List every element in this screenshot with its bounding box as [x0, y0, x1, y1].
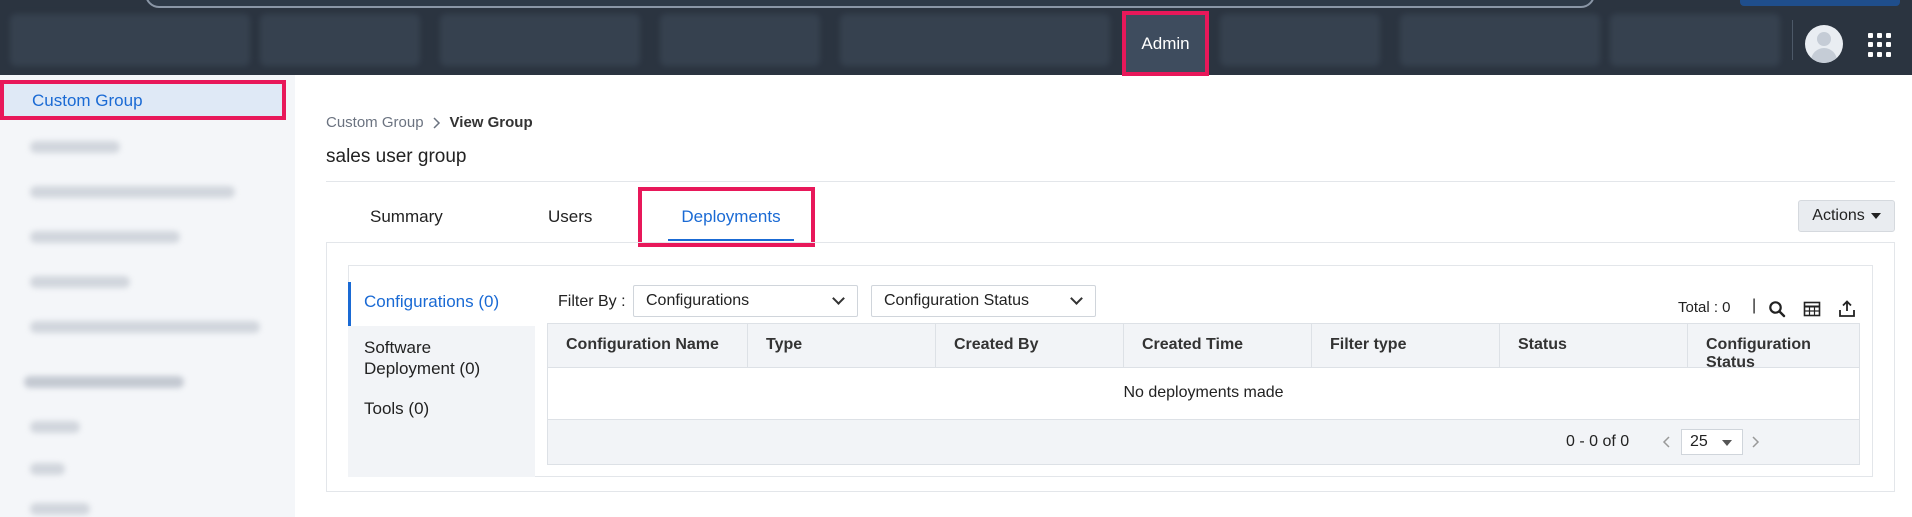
search-icon[interactable]: [1768, 300, 1786, 318]
admin-tab[interactable]: Admin: [1122, 11, 1209, 76]
sidebar-item-blurred[interactable]: [30, 421, 80, 433]
blurred-nav-item[interactable]: [660, 14, 820, 66]
breadcrumb-current: View Group: [449, 114, 533, 131]
user-avatar[interactable]: [1805, 25, 1843, 63]
toolbar-separator: |: [1752, 297, 1757, 314]
caret-down-icon: [1722, 440, 1732, 446]
column-header-created-by[interactable]: Created By: [936, 324, 1124, 368]
page-size-value: 25: [1690, 433, 1708, 450]
blurred-nav-item[interactable]: [1610, 14, 1780, 66]
tab-users[interactable]: Users: [548, 207, 592, 227]
total-count: Total : 0: [1678, 299, 1731, 316]
blurred-nav-item[interactable]: [440, 14, 640, 66]
configuration-status-value: Configuration Status: [884, 292, 1029, 309]
nav-configurations[interactable]: Configurations (0): [348, 282, 535, 326]
topbar-divider: [1792, 20, 1793, 60]
sidebar-item-label: Custom Group: [32, 91, 143, 110]
sidebar-section-blurred: [24, 376, 184, 388]
sidebar-item-blurred[interactable]: [30, 321, 260, 333]
sidebar-item-blurred[interactable]: [30, 276, 130, 288]
empty-state-message: No deployments made: [548, 368, 1859, 420]
sidebar-item-blurred[interactable]: [30, 186, 235, 198]
deployment-type-nav: Configurations (0) Software Deployment (…: [348, 282, 535, 477]
chevron-left-icon[interactable]: [1659, 434, 1675, 450]
table-header: Configuration Name Type Created By Creat…: [548, 324, 1859, 371]
title-divider: [326, 181, 1895, 182]
page-size-select[interactable]: 25: [1681, 429, 1743, 455]
sidebar-item-blurred[interactable]: [30, 231, 180, 243]
column-header-created-time[interactable]: Created Time: [1124, 324, 1312, 368]
column-header-filter-type[interactable]: Filter type: [1312, 324, 1500, 368]
sidebar-item-custom-group[interactable]: Custom Group: [0, 80, 286, 120]
column-header-type[interactable]: Type: [748, 324, 936, 368]
filter-type-value: Configurations: [646, 292, 750, 309]
column-header-status[interactable]: Status: [1500, 324, 1688, 368]
configuration-status-select[interactable]: Configuration Status: [871, 285, 1096, 317]
chevron-down-icon: [1070, 292, 1083, 305]
blurred-nav-item[interactable]: [10, 14, 250, 66]
blurred-nav-item[interactable]: [1220, 14, 1380, 66]
breadcrumb: Custom Group View Group: [326, 114, 533, 131]
nav-tools[interactable]: Tools (0): [348, 398, 535, 419]
address-bar[interactable]: [145, 0, 1595, 8]
blurred-nav-item[interactable]: [1400, 14, 1600, 66]
chevron-down-icon: [832, 292, 845, 305]
export-icon[interactable]: [1838, 300, 1856, 318]
pagination-range: 0 - 0 of 0: [1566, 433, 1630, 450]
actions-label: Actions: [1812, 207, 1865, 224]
filter-type-select[interactable]: Configurations: [633, 285, 858, 317]
nav-software-deployment[interactable]: Software Deployment (0): [348, 337, 498, 379]
sidebar-item-blurred[interactable]: [30, 463, 65, 475]
chevron-right-icon[interactable]: [1747, 434, 1763, 450]
top-blue-button[interactable]: [1740, 0, 1900, 6]
app-grid-icon[interactable]: [1868, 33, 1892, 57]
breadcrumb-parent[interactable]: Custom Group: [326, 114, 424, 131]
tab-deployments[interactable]: Deployments: [668, 198, 794, 241]
filter-label: Filter By :: [558, 293, 626, 310]
caret-down-icon: [1870, 213, 1881, 219]
column-header-configuration-status[interactable]: Configuration Status: [1688, 324, 1859, 371]
blurred-nav-item[interactable]: [840, 14, 1110, 66]
sidebar: Custom Group: [0, 75, 295, 517]
actions-button[interactable]: Actions: [1798, 200, 1895, 232]
sidebar-item-blurred[interactable]: [30, 141, 120, 153]
chevron-right-icon: [433, 116, 440, 129]
tab-summary[interactable]: Summary: [370, 207, 443, 227]
column-header-configuration-name[interactable]: Configuration Name: [548, 324, 748, 368]
top-navigation-bar: Admin: [0, 0, 1912, 76]
blurred-nav-item[interactable]: [260, 14, 420, 66]
page-title: sales user group: [326, 146, 467, 167]
columns-icon[interactable]: [1803, 300, 1821, 318]
admin-label: Admin: [1141, 33, 1190, 53]
sidebar-item-blurred[interactable]: [30, 503, 90, 515]
